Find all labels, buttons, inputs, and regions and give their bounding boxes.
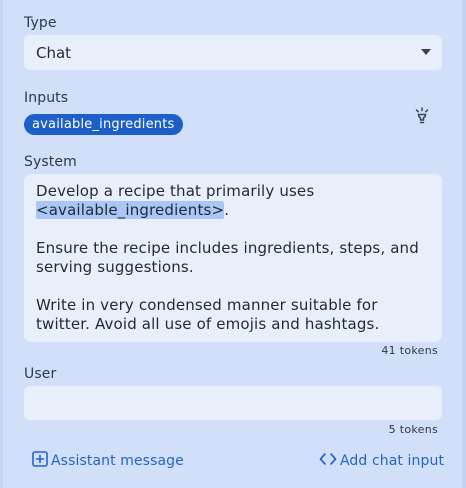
user-label: User: [24, 366, 57, 382]
system-line: Write in very condensed manner suitable …: [36, 296, 378, 314]
system-token-count: 41 tokens: [381, 344, 438, 357]
input-chip-available-ingredients[interactable]: available_ingredients: [24, 114, 183, 135]
user-input[interactable]: [24, 386, 442, 420]
code-brackets-icon: [319, 451, 337, 471]
system-line: Ensure the recipe includes ingredients, …: [36, 239, 419, 257]
add-chat-input-label: Add chat input: [340, 453, 445, 469]
plus-square-icon: [32, 451, 48, 471]
panel-right-edge: [462, 0, 466, 488]
prompt-editor-panel: Type Chat Inputs available_ingredients S…: [0, 0, 466, 488]
system-line: Develop a recipe that primarily uses: [36, 182, 315, 200]
lightbulb-icon[interactable]: [412, 106, 432, 126]
system-line: <available_ingredients>.: [36, 201, 430, 220]
system-textarea[interactable]: Develop a recipe that primarily uses <av…: [24, 174, 442, 342]
system-line-punct: .: [224, 201, 230, 219]
system-line: serving suggestions.: [36, 258, 194, 276]
variable-highlight: <available_ingredients>: [36, 201, 225, 219]
assistant-message-button[interactable]: Assistant message: [32, 451, 184, 471]
type-select[interactable]: Chat: [24, 35, 442, 70]
add-chat-input-button[interactable]: Add chat input: [319, 451, 444, 471]
user-token-count: 5 tokens: [388, 423, 438, 436]
caret-down-icon: [421, 49, 431, 55]
system-label: System: [24, 154, 77, 170]
type-label: Type: [24, 15, 57, 31]
assistant-message-label: Assistant message: [51, 453, 184, 469]
system-line: twitter. Avoid all use of emojis and has…: [36, 315, 380, 333]
inputs-label: Inputs: [24, 90, 69, 106]
panel-left-edge: [0, 0, 3, 488]
type-select-value: Chat: [36, 44, 72, 62]
